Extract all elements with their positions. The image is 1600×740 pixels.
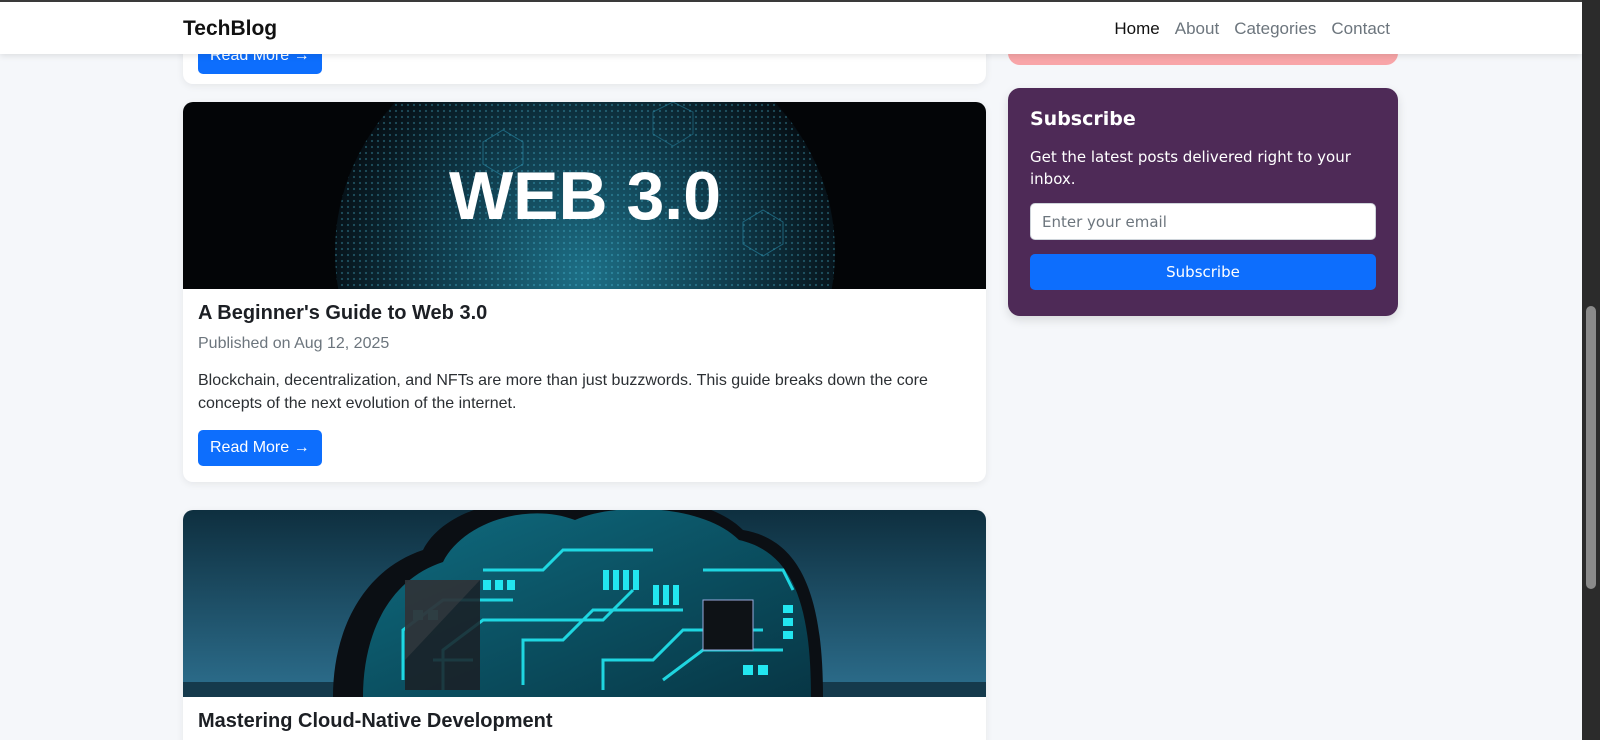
window-top-edge <box>0 0 1582 2</box>
page-viewport: TechBlog Home About Categories Contact R… <box>0 0 1582 740</box>
nav-link-home[interactable]: Home <box>1114 19 1159 39</box>
post-card-cloud: Mastering Cloud-Native Development <box>183 510 986 740</box>
subscribe-heading: Subscribe <box>1030 108 1136 130</box>
nav-link-about[interactable]: About <box>1175 19 1219 39</box>
email-field[interactable] <box>1030 203 1376 240</box>
subscribe-button[interactable]: Subscribe <box>1030 254 1376 290</box>
post-title[interactable]: Mastering Cloud-Native Development <box>198 710 971 733</box>
post-card-web3: WEB 3.0 A Beginner's Guide to Web 3.0 Pu… <box>183 102 986 482</box>
globe-image: WEB 3.0 <box>183 102 986 289</box>
subscribe-description: Get the latest posts delivered right to … <box>1030 148 1351 188</box>
nav-link-categories[interactable]: Categories <box>1234 19 1316 39</box>
scrollbar-thumb[interactable] <box>1586 306 1596 589</box>
post-excerpt: Blockchain, decentralization, and NFTs a… <box>198 372 928 412</box>
page-scrollbar[interactable] <box>1582 0 1600 740</box>
post-body-cloud: Mastering Cloud-Native Development <box>183 697 986 740</box>
post-image-web3[interactable]: WEB 3.0 <box>183 102 986 289</box>
brand-logo[interactable]: TechBlog <box>183 17 277 41</box>
post-image-cloud[interactable] <box>183 510 986 697</box>
nav-link-contact[interactable]: Contact <box>1331 19 1390 39</box>
read-more-button[interactable]: Read More → <box>198 430 322 466</box>
navbar: TechBlog Home About Categories Contact <box>0 2 1582 54</box>
post-date: Published on Aug 12, 2025 <box>198 335 390 352</box>
post-title[interactable]: A Beginner's Guide to Web 3.0 <box>198 302 971 325</box>
subscribe-widget: Subscribe Get the latest posts delivered… <box>1008 88 1398 316</box>
post-body-web3: A Beginner's Guide to Web 3.0 Published … <box>183 289 986 481</box>
cloud-circuit-image <box>183 510 986 697</box>
web3-image-text: WEB 3.0 <box>449 158 721 234</box>
nav-links: Home About Categories Contact <box>1114 19 1390 39</box>
